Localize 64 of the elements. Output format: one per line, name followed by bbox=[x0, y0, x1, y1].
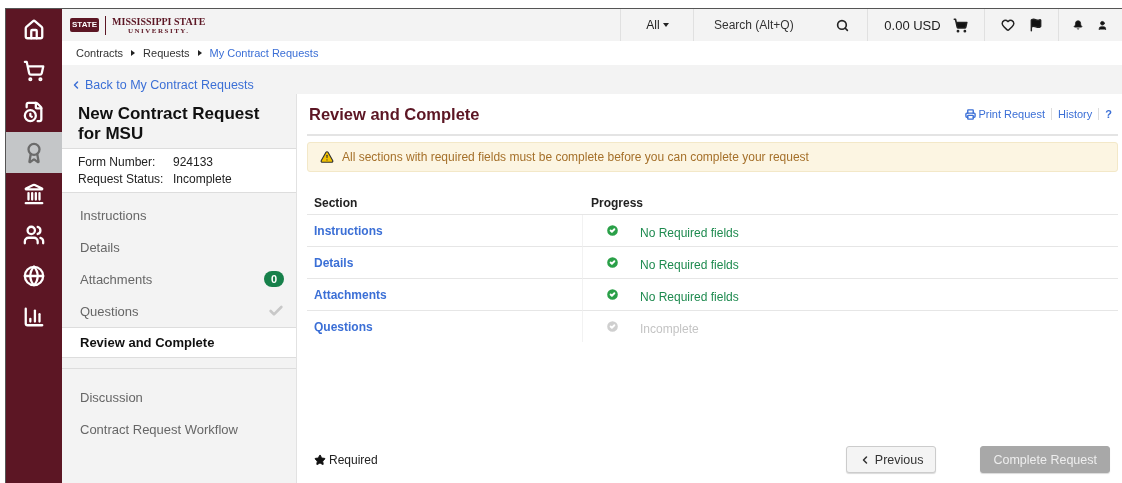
field-value: 924133 bbox=[173, 155, 215, 169]
nav-label: Attachments bbox=[80, 271, 153, 287]
form-title: New Contract Request for MSU bbox=[77, 103, 261, 145]
cart-icon bbox=[23, 59, 45, 82]
section-link[interactable]: Details bbox=[307, 247, 583, 279]
nav-label: Discussion bbox=[80, 389, 143, 405]
help-link[interactable]: ? bbox=[1098, 108, 1118, 120]
field-value: Incomplete bbox=[173, 172, 233, 186]
section-title: Review and Complete bbox=[308, 104, 480, 124]
nav-item[interactable]: Instructions bbox=[62, 199, 296, 231]
nav-item[interactable]: Details bbox=[62, 231, 296, 263]
section-link[interactable]: Attachments bbox=[307, 279, 583, 311]
back-link[interactable]: Back to My Contract Requests bbox=[62, 65, 1122, 94]
search-field[interactable]: Search (Alt+Q) bbox=[712, 17, 826, 33]
count-badge: 0 bbox=[263, 271, 284, 287]
breadcrumb-separator-icon bbox=[197, 50, 202, 56]
search-scope-dropdown[interactable]: All bbox=[646, 18, 660, 32]
field-label: Form Number: bbox=[78, 155, 157, 169]
flag-icon bbox=[1028, 18, 1043, 32]
nav-item[interactable]: Contract Request Workflow bbox=[62, 413, 296, 445]
nav-label: Review and Complete bbox=[80, 335, 215, 350]
progress-status: No Required fields bbox=[640, 289, 739, 304]
field-label: Request Status: bbox=[78, 172, 165, 186]
nav-item[interactable]: Attachments 0 bbox=[62, 263, 296, 295]
users-icon bbox=[23, 223, 45, 246]
column-header: Section bbox=[307, 192, 583, 215]
home-icon bbox=[23, 18, 45, 41]
progress-status: Incomplete bbox=[640, 321, 699, 336]
star-icon bbox=[314, 453, 326, 466]
breadcrumb-link[interactable]: My Contract Requests bbox=[209, 47, 319, 59]
breadcrumb-link[interactable]: Contracts bbox=[76, 47, 124, 59]
section-link[interactable]: Questions bbox=[307, 311, 583, 342]
progress-status: No Required fields bbox=[640, 225, 739, 240]
nav-item[interactable]: Review and Complete bbox=[62, 327, 296, 358]
printer-icon bbox=[965, 108, 977, 120]
nav-label: Details bbox=[80, 239, 120, 255]
progress-status: No Required fields bbox=[640, 257, 739, 272]
breadcrumb-link[interactable]: Requests bbox=[143, 47, 190, 59]
bar-chart-icon bbox=[23, 305, 45, 328]
heart-icon bbox=[1000, 18, 1015, 32]
logo-emblem: STATE bbox=[70, 18, 100, 32]
nav-label: Questions bbox=[80, 303, 139, 319]
history-link[interactable]: History bbox=[1051, 108, 1099, 120]
nav-item[interactable]: Discussion bbox=[62, 381, 296, 413]
required-note: Required bbox=[314, 452, 846, 467]
document-clock-icon bbox=[23, 100, 45, 123]
nav-item[interactable]: Questions bbox=[62, 295, 296, 327]
breadcrumb-separator-icon bbox=[131, 50, 136, 56]
warning-alert: All sections with required fields must be complete before you can complete your request bbox=[307, 142, 1118, 172]
nav-label: Contract Request Workflow bbox=[80, 421, 238, 437]
cart-icon bbox=[952, 17, 968, 33]
search-icon bbox=[836, 18, 849, 32]
warning-icon bbox=[320, 150, 334, 164]
cart-total: 0.00 USD bbox=[884, 17, 941, 33]
print-link[interactable]: Print Request bbox=[959, 108, 1052, 120]
logo-name: MISSISSIPPI STATE bbox=[112, 15, 206, 27]
previous-button[interactable]: Previous bbox=[845, 446, 937, 473]
bank-icon bbox=[23, 182, 45, 205]
section-link[interactable]: Instructions bbox=[307, 215, 583, 247]
caret-icon bbox=[662, 23, 669, 27]
nav-label: Instructions bbox=[80, 207, 147, 223]
bell-icon bbox=[1073, 18, 1084, 32]
globe-icon bbox=[23, 264, 45, 287]
column-header: Progress bbox=[583, 192, 1118, 215]
